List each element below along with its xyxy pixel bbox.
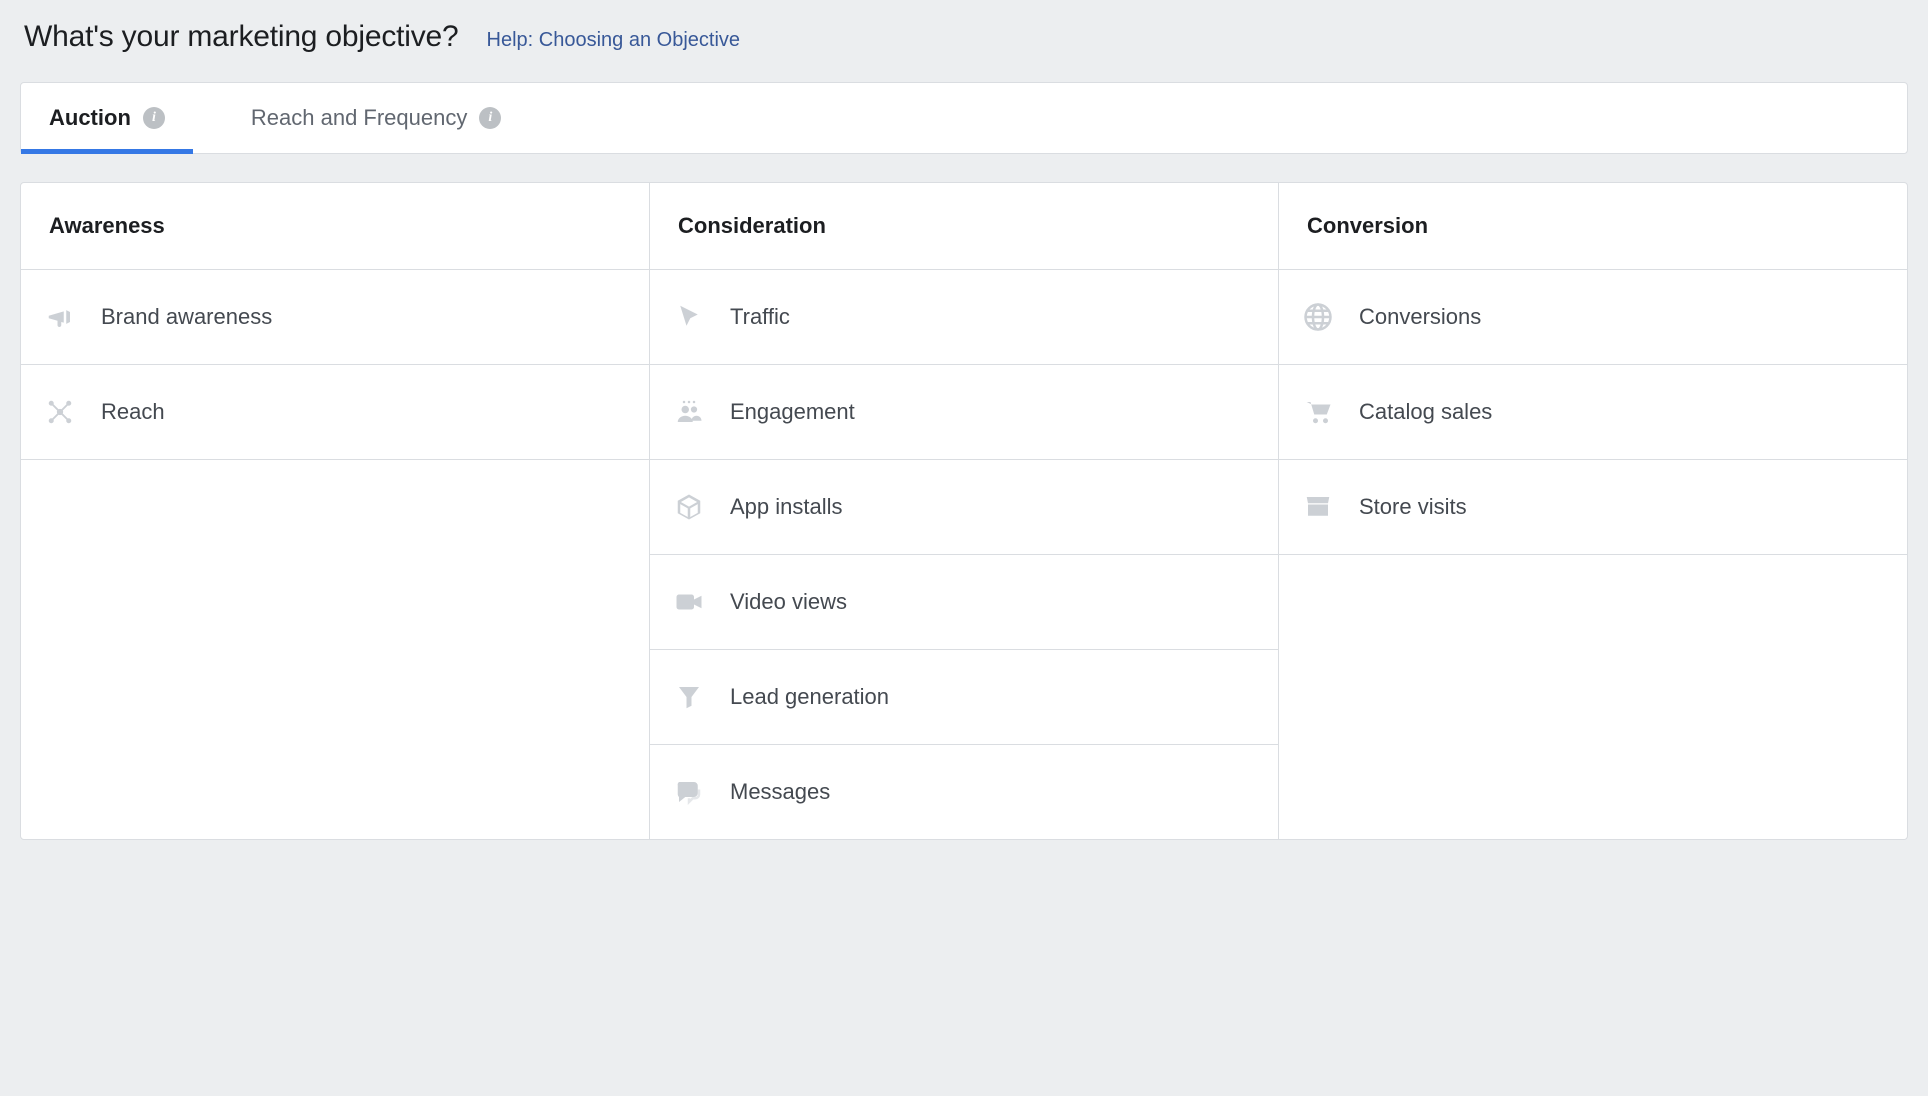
column-header: Awareness xyxy=(21,183,649,270)
option-label: Video views xyxy=(730,589,847,615)
box-icon xyxy=(672,490,706,524)
option-messages[interactable]: Messages xyxy=(650,745,1278,839)
page-title: What's your marketing objective? xyxy=(24,20,459,54)
people-icon xyxy=(672,395,706,429)
option-label: Brand awareness xyxy=(101,304,272,330)
option-label: App installs xyxy=(730,494,843,520)
globe-icon xyxy=(1301,300,1335,334)
option-brand-awareness[interactable]: Brand awareness xyxy=(21,270,649,365)
column-header: Conversion xyxy=(1279,183,1907,270)
store-icon xyxy=(1301,490,1335,524)
cart-icon xyxy=(1301,395,1335,429)
option-catalog-sales[interactable]: Catalog sales xyxy=(1279,365,1907,460)
option-label: Engagement xyxy=(730,399,855,425)
video-icon xyxy=(672,585,706,619)
option-conversions[interactable]: Conversions xyxy=(1279,270,1907,365)
tabs-row: Auction i Reach and Frequency i xyxy=(21,83,1907,153)
option-video-views[interactable]: Video views xyxy=(650,555,1278,650)
option-label: Store visits xyxy=(1359,494,1467,520)
objectives-grid: Awareness Brand awareness Reach Consider… xyxy=(20,182,1908,840)
funnel-icon xyxy=(672,680,706,714)
info-icon[interactable]: i xyxy=(479,107,501,129)
column-awareness: Awareness Brand awareness Reach xyxy=(21,183,650,839)
option-store-visits[interactable]: Store visits xyxy=(1279,460,1907,555)
option-lead-generation[interactable]: Lead generation xyxy=(650,650,1278,745)
option-engagement[interactable]: Engagement xyxy=(650,365,1278,460)
help-link[interactable]: Help: Choosing an Objective xyxy=(487,29,740,52)
option-label: Traffic xyxy=(730,304,790,330)
cursor-icon xyxy=(672,300,706,334)
option-traffic[interactable]: Traffic xyxy=(650,270,1278,365)
option-label: Catalog sales xyxy=(1359,399,1492,425)
tab-reach-frequency[interactable]: Reach and Frequency i xyxy=(223,83,529,153)
option-reach[interactable]: Reach xyxy=(21,365,649,460)
option-label: Reach xyxy=(101,399,165,425)
column-header: Consideration xyxy=(650,183,1278,270)
option-label: Messages xyxy=(730,779,830,805)
column-consideration: Consideration Traffic Engagement App ins… xyxy=(650,183,1279,839)
chat-icon xyxy=(672,775,706,809)
option-label: Lead generation xyxy=(730,684,889,710)
megaphone-icon xyxy=(43,300,77,334)
tab-label: Auction xyxy=(49,105,131,131)
network-icon xyxy=(43,395,77,429)
page-header: What's your marketing objective? Help: C… xyxy=(20,20,1908,54)
option-app-installs[interactable]: App installs xyxy=(650,460,1278,555)
tab-label: Reach and Frequency xyxy=(251,105,467,131)
option-label: Conversions xyxy=(1359,304,1481,330)
tabs-panel: Auction i Reach and Frequency i xyxy=(20,82,1908,154)
tab-auction[interactable]: Auction i xyxy=(21,83,193,153)
info-icon[interactable]: i xyxy=(143,107,165,129)
column-conversion: Conversion Conversions Catalog sales Sto… xyxy=(1279,183,1907,839)
